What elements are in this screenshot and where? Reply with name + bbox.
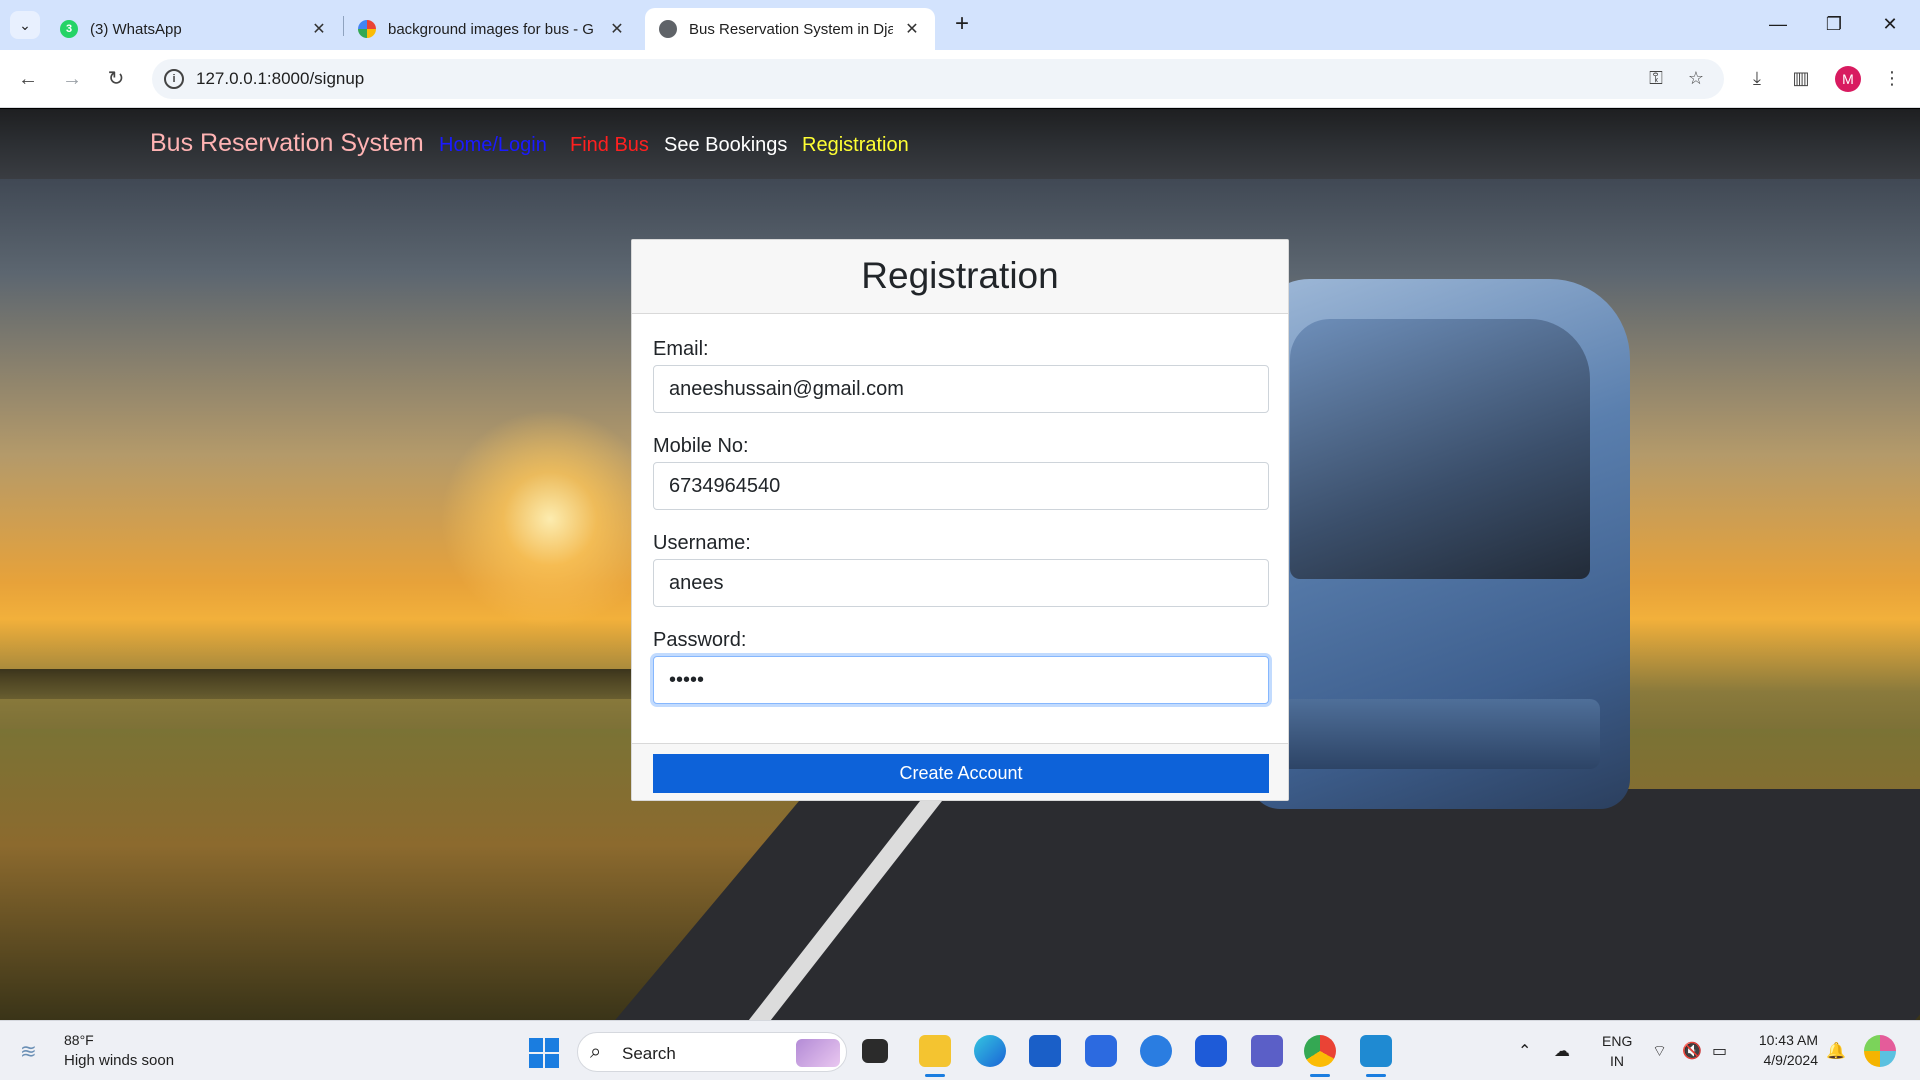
close-icon[interactable]: ✕ bbox=[310, 19, 328, 39]
window-close-icon[interactable]: ✕ bbox=[1862, 8, 1918, 40]
tab-search-icon[interactable]: ⌄ bbox=[10, 11, 40, 39]
teams-icon[interactable] bbox=[1251, 1035, 1283, 1067]
nav-see-bookings[interactable]: See Bookings bbox=[664, 134, 787, 157]
tab-bus-reservation[interactable]: Bus Reservation System in Djan ✕ bbox=[645, 8, 935, 50]
registration-card: Registration Email: aneeshussain@gmail.c… bbox=[631, 239, 1289, 801]
language-indicator[interactable]: ENG bbox=[1602, 1033, 1632, 1049]
site-brand[interactable]: Bus Reservation System bbox=[150, 129, 424, 158]
mobile-label: Mobile No: bbox=[653, 435, 749, 457]
reload-icon[interactable]: ↻ bbox=[100, 63, 132, 95]
wifi-icon[interactable]: ⌔ bbox=[1652, 1041, 1667, 1061]
username-field[interactable]: anees bbox=[653, 559, 1269, 607]
page-title: Registration bbox=[861, 255, 1059, 296]
address-url[interactable]: 127.0.0.1:8000/signup bbox=[196, 69, 364, 89]
store-icon[interactable] bbox=[1029, 1035, 1061, 1067]
close-icon[interactable]: ✕ bbox=[903, 19, 921, 39]
speaker-muted-icon[interactable]: 🔇 bbox=[1682, 1041, 1702, 1061]
chevron-up-icon[interactable]: ⌃ bbox=[1518, 1041, 1531, 1061]
bookmark-star-icon[interactable]: ☆ bbox=[1684, 68, 1708, 90]
password-field[interactable]: ••••• bbox=[653, 656, 1269, 704]
file-explorer-icon[interactable] bbox=[919, 1035, 951, 1077]
tab-title: (3) WhatsApp bbox=[90, 20, 182, 38]
site-navbar: Bus Reservation System Home/Login Find B… bbox=[0, 109, 1920, 179]
restore-icon[interactable]: ❐ bbox=[1806, 8, 1862, 40]
profile-avatar[interactable]: M bbox=[1835, 66, 1861, 92]
tab-title: background images for bus - G bbox=[388, 20, 594, 38]
clock-time[interactable]: 10:43 AM bbox=[1748, 1032, 1818, 1048]
bus-windshield bbox=[1290, 319, 1590, 579]
search-icon: ⌕ bbox=[590, 1041, 602, 1063]
page-viewport: Bus Reservation System Home/Login Find B… bbox=[0, 109, 1920, 1020]
password-key-icon[interactable]: ⚿ bbox=[1644, 68, 1668, 90]
tab-whatsapp[interactable]: 3 (3) WhatsApp ✕ bbox=[46, 8, 342, 50]
bus-front bbox=[1280, 699, 1600, 769]
tab-title: Bus Reservation System in Djan bbox=[689, 20, 893, 38]
download-icon[interactable]: ⤓ bbox=[1743, 64, 1771, 92]
windows-start-icon[interactable] bbox=[529, 1038, 559, 1068]
task-view-icon[interactable] bbox=[862, 1039, 888, 1063]
password-label: Password: bbox=[653, 629, 747, 651]
nav-registration[interactable]: Registration bbox=[802, 134, 909, 157]
copilot-app-icon[interactable] bbox=[1085, 1035, 1117, 1067]
browser-toolbar: ← → ↻ i 127.0.0.1:8000/signup ⚿ ☆ ⤓ ▥ M … bbox=[0, 50, 1920, 108]
taskbar-search[interactable]: ⌕ Search bbox=[577, 1032, 847, 1072]
new-tab-button[interactable]: + bbox=[948, 11, 976, 39]
onedrive-cloud-icon[interactable]: ☁ bbox=[1554, 1041, 1570, 1061]
vscode-icon[interactable] bbox=[1360, 1035, 1392, 1077]
address-bar[interactable]: i 127.0.0.1:8000/signup ⚿ ☆ bbox=[152, 59, 1724, 99]
forward-icon[interactable]: → bbox=[56, 63, 88, 95]
clock-date[interactable]: 4/9/2024 bbox=[1748, 1052, 1819, 1068]
sun-glow bbox=[440, 409, 660, 629]
notification-bell-icon[interactable]: 🔔 bbox=[1826, 1041, 1846, 1061]
back-icon[interactable]: ← bbox=[12, 63, 44, 95]
weather-description[interactable]: High winds soon bbox=[64, 1052, 174, 1069]
card-header: Registration bbox=[632, 240, 1288, 314]
wind-weather-icon[interactable]: ≋ bbox=[20, 1039, 52, 1063]
weather-temperature[interactable]: 88°F bbox=[64, 1032, 94, 1048]
battery-icon[interactable]: ▭ bbox=[1712, 1041, 1727, 1061]
card-footer: Create Account bbox=[632, 743, 1288, 800]
email-label: Email: bbox=[653, 338, 709, 360]
tab-google-search[interactable]: background images for bus - G ✕ bbox=[344, 8, 640, 50]
create-account-button[interactable]: Create Account bbox=[653, 754, 1269, 793]
email-field[interactable]: aneeshussain@gmail.com bbox=[653, 365, 1269, 413]
nav-home-login[interactable]: Home/Login bbox=[439, 134, 547, 157]
side-panel-icon[interactable]: ▥ bbox=[1787, 64, 1815, 92]
whatsapp-icon: 3 bbox=[60, 20, 78, 38]
search-label: Search bbox=[622, 1044, 676, 1063]
browser-tab-strip: ⌄ 3 (3) WhatsApp ✕ background images for… bbox=[0, 0, 1920, 50]
zoom-icon[interactable] bbox=[1195, 1035, 1227, 1067]
site-info-icon[interactable]: i bbox=[164, 69, 184, 89]
chrome-icon[interactable] bbox=[1304, 1035, 1336, 1077]
windows-taskbar: ≋ 88°F High winds soon ⌕ Search ⌃ ☁ ENG … bbox=[0, 1020, 1920, 1080]
edge-icon[interactable] bbox=[974, 1035, 1006, 1067]
menu-kebab-icon[interactable]: ⋮ bbox=[1878, 64, 1906, 92]
minimize-icon[interactable]: — bbox=[1750, 8, 1806, 40]
mobile-field[interactable]: 6734964540 bbox=[653, 462, 1269, 510]
language-region[interactable]: IN bbox=[1602, 1053, 1632, 1069]
sync-app-icon[interactable] bbox=[1140, 1035, 1172, 1067]
username-label: Username: bbox=[653, 532, 751, 554]
nav-find-bus[interactable]: Find Bus bbox=[570, 134, 649, 157]
copilot-icon[interactable] bbox=[1864, 1035, 1896, 1067]
google-icon bbox=[358, 20, 376, 38]
search-highlight-image bbox=[796, 1039, 840, 1067]
close-icon[interactable]: ✕ bbox=[608, 19, 626, 39]
globe-icon bbox=[659, 20, 677, 38]
